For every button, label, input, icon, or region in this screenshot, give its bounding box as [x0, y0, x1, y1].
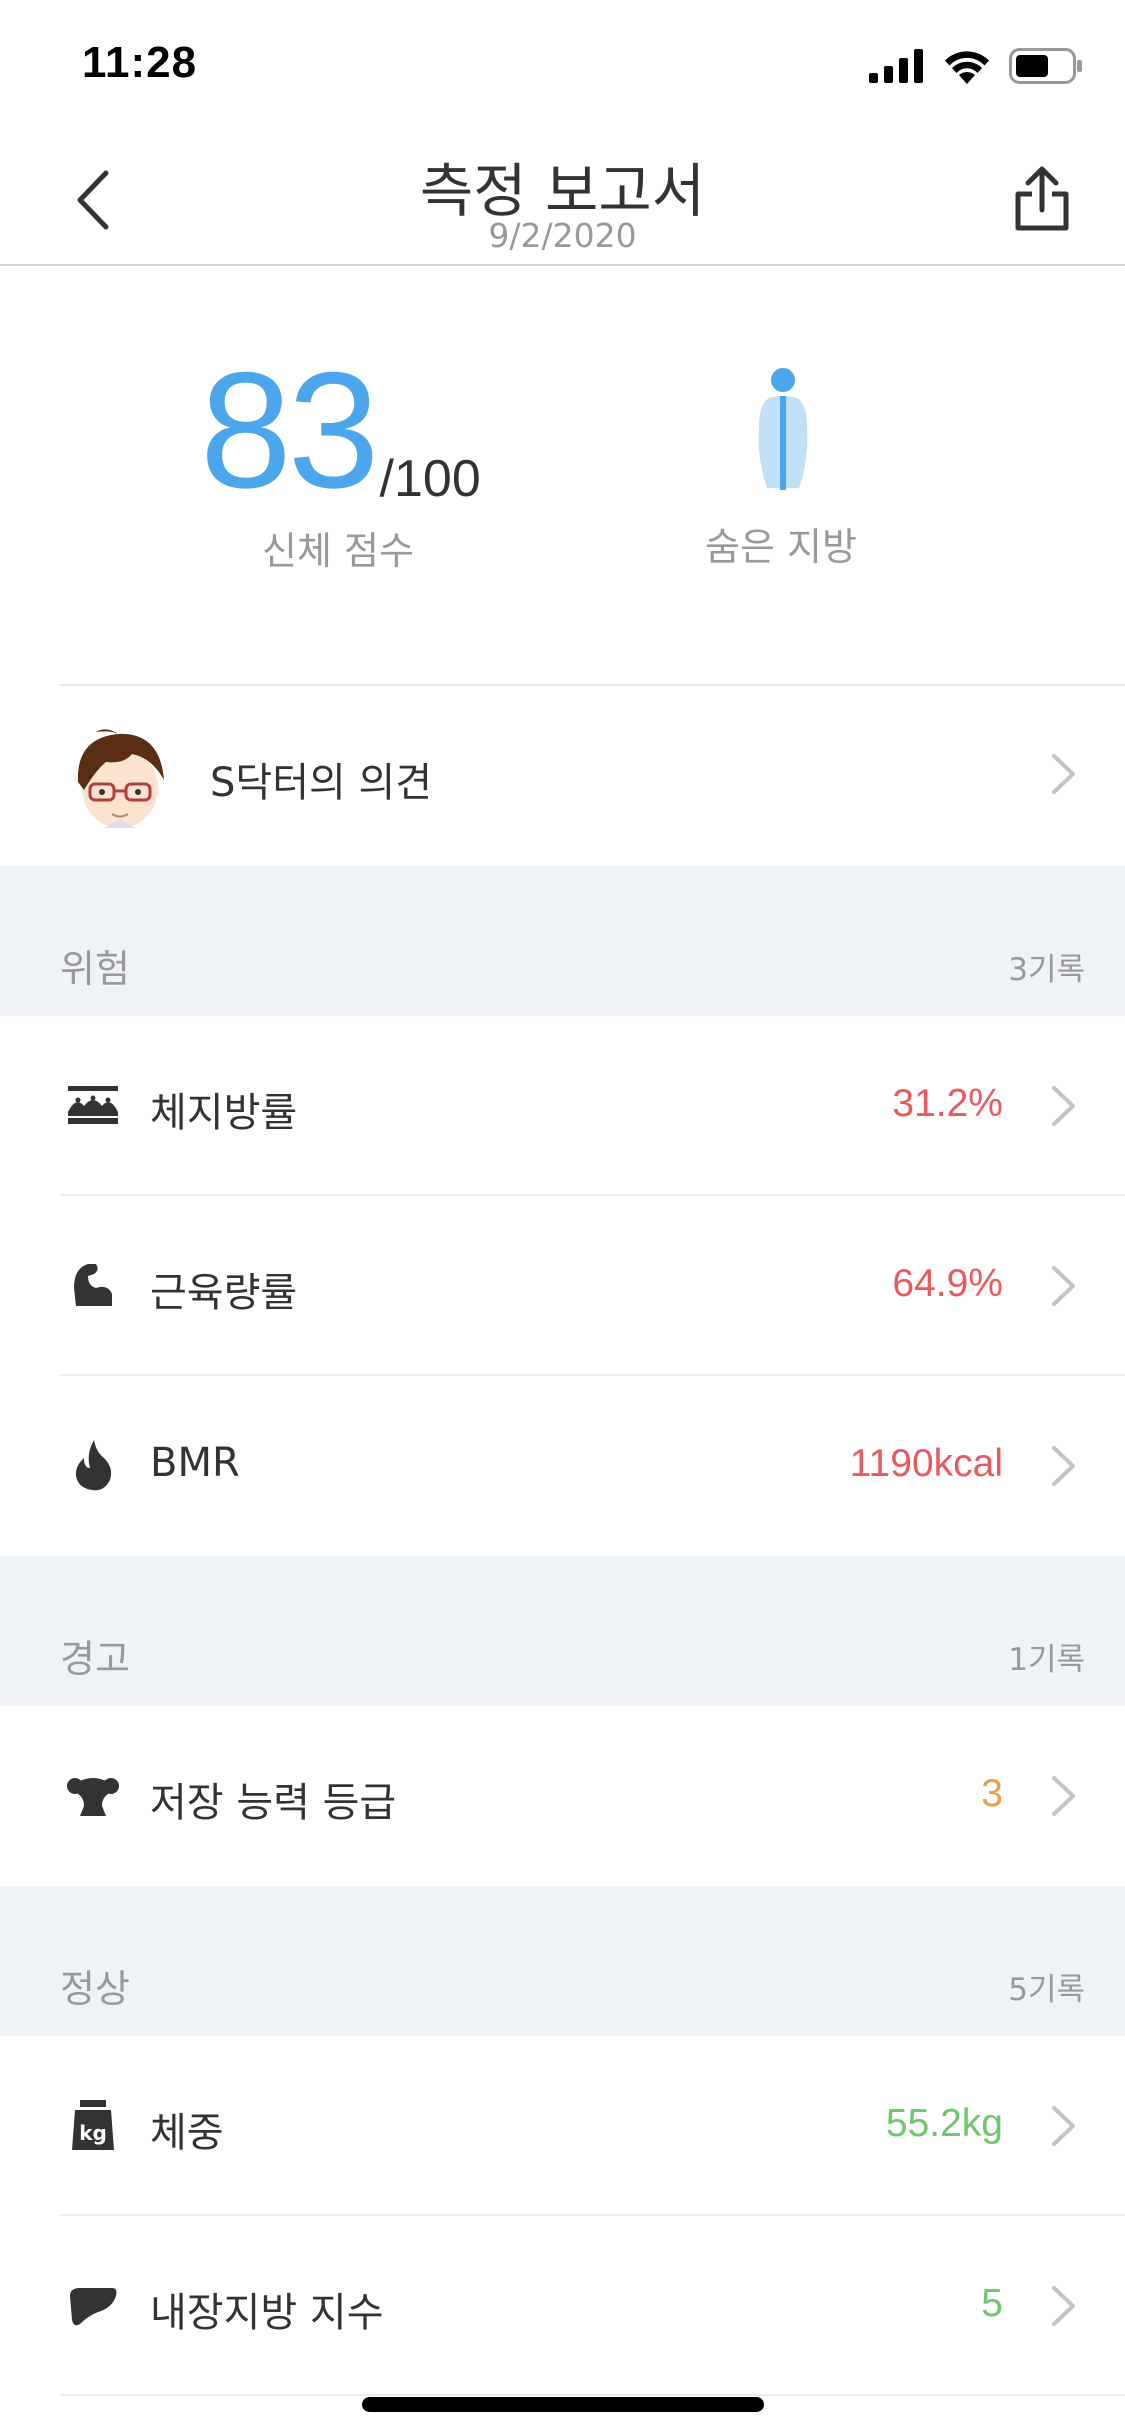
chevron-right-icon [1052, 2286, 1075, 2326]
divider [60, 2394, 1125, 2396]
muscle-icon [74, 1264, 112, 1306]
doctor-avatar [77, 729, 164, 828]
score-value: 83 [200, 338, 380, 522]
signal-icon [869, 49, 923, 83]
list-item-body-fat[interactable]: 체지방률 31.2% [0, 1016, 1125, 1196]
item-label: 근육량률 [150, 1270, 298, 1316]
list-item-strength-grade[interactable]: 저장 능력 등급 3 [0, 1706, 1125, 1886]
section-header-normal: 정상 5기록 [0, 1886, 1125, 2036]
share-icon [1015, 166, 1069, 231]
chevron-right-icon [1052, 754, 1075, 794]
nav-bar: 측정 보고서 9/2/2020 [0, 132, 1125, 266]
body-type-figure[interactable] [755, 368, 811, 496]
item-label: 체중 [150, 2110, 224, 2156]
chevron-right-icon [1052, 1446, 1075, 1486]
weight-icon: kg [72, 2100, 114, 2150]
item-label: 체지방률 [150, 1090, 298, 1136]
battery-icon [1009, 48, 1082, 84]
item-value: 5 [981, 2282, 1003, 2325]
body-figure-icon [758, 368, 808, 490]
list-item-visceral-fat[interactable]: 내장지방 지수 5 [0, 2216, 1125, 2396]
svg-text:kg: kg [79, 2121, 107, 2145]
item-value: 1190kcal [849, 1442, 1003, 1485]
section-header-warning: 경고 1기록 [0, 1556, 1125, 1706]
divider [60, 684, 1125, 686]
body-fat-icon [68, 1086, 118, 1124]
status-bar: 11:28 [0, 0, 1125, 132]
score-section: 83/100 신체 점수 숨은 지방 [0, 268, 1125, 684]
home-indicator[interactable] [362, 2397, 764, 2412]
section-count: 1기록 [1008, 1642, 1085, 1678]
list-item-muscle-rate[interactable]: 근육량률 64.9% [0, 1196, 1125, 1376]
item-label: 저장 능력 등급 [150, 1780, 397, 1826]
item-value: 3 [981, 1772, 1003, 1815]
strength-icon [67, 1778, 119, 1816]
score-total: /100 [379, 450, 481, 508]
item-value: 31.2% [892, 1082, 1003, 1125]
list-item-weight[interactable]: kg 체중 55.2kg [0, 2036, 1125, 2216]
score-label: 신체 점수 [262, 529, 414, 573]
flame-icon [75, 1440, 112, 1491]
chevron-right-icon [1052, 2106, 1075, 2146]
doctor-opinion-row[interactable]: S닥터의 의견 [0, 684, 1125, 866]
section-title: 정상 [60, 1967, 130, 2011]
section-header-danger: 위험 3기록 [0, 866, 1125, 1016]
share-button[interactable] [997, 154, 1087, 244]
item-value: 64.9% [892, 1262, 1003, 1305]
chevron-right-icon [1052, 1266, 1075, 1306]
doctor-opinion-label: S닥터의 의견 [210, 760, 433, 806]
item-label: 내장지방 지수 [150, 2290, 384, 2336]
chevron-right-icon [1052, 1086, 1075, 1126]
liver-icon [70, 2288, 117, 2326]
list-item-bmr[interactable]: BMR 1190kcal [0, 1376, 1125, 1556]
item-label: BMR [150, 1440, 240, 1486]
body-type-label: 숨은 지방 [705, 525, 857, 569]
status-time: 11:28 [82, 38, 198, 87]
chevron-right-icon [1052, 1776, 1075, 1816]
section-title: 경고 [60, 1637, 130, 1681]
status-icons [869, 48, 1083, 84]
section-title: 위험 [60, 947, 130, 991]
section-count: 5기록 [1008, 1972, 1085, 2008]
item-value: 55.2kg [885, 2102, 1003, 2145]
report-date: 9/2/2020 [488, 216, 637, 255]
body-score[interactable]: 83/100 [200, 348, 481, 513]
wifi-icon [945, 51, 989, 84]
section-count: 3기록 [1008, 952, 1085, 988]
